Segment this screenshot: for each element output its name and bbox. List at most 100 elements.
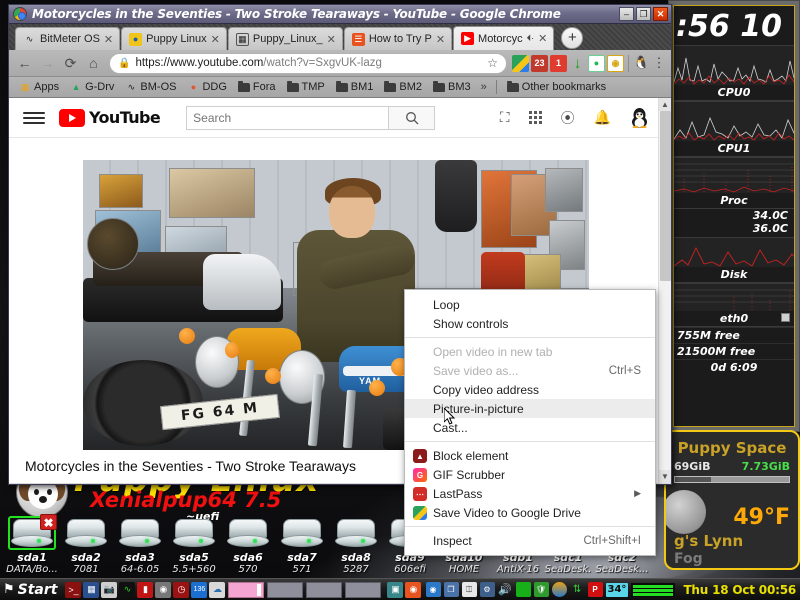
- network-icon[interactable]: ◉: [425, 582, 441, 597]
- menu-item-copy-video-address[interactable]: Copy video address: [405, 380, 655, 399]
- taskbar-clock[interactable]: Thu 18 Oct 00:56: [678, 583, 796, 597]
- menu-item-loop[interactable]: Loop: [405, 295, 655, 314]
- menu-item-picture-in-picture[interactable]: Picture-in-picture: [405, 399, 655, 418]
- minimize-button[interactable]: –: [619, 7, 634, 21]
- scroll-down-arrow[interactable]: ▼: [659, 470, 671, 483]
- network-meter[interactable]: [631, 582, 676, 597]
- bookmark-bm2[interactable]: BM2: [380, 80, 426, 93]
- task-button-chrome-icon[interactable]: ◉: [405, 581, 422, 598]
- green-box-icon[interactable]: [515, 582, 531, 597]
- tab-audio-icon[interactable]: ⏴·: [527, 33, 535, 44]
- bookmark-tmp[interactable]: TMP: [283, 80, 329, 93]
- monitor-icon[interactable]: ∿: [119, 581, 136, 598]
- lastpass-icon[interactable]: ◉: [607, 54, 624, 72]
- drive-icon-sda8[interactable]: sda8 5287: [328, 516, 384, 576]
- linux-penguin-icon[interactable]: 🐧: [633, 55, 650, 72]
- task-button-active[interactable]: [228, 581, 265, 598]
- create-video-icon[interactable]: ⛶: [500, 109, 510, 126]
- volume-icon[interactable]: 🔊: [498, 582, 513, 597]
- maximize-button[interactable]: ❐: [636, 7, 651, 21]
- apps-grid-icon[interactable]: [528, 111, 542, 124]
- chrome-menu-button[interactable]: ⋮: [652, 56, 666, 70]
- task-button-4[interactable]: [345, 581, 382, 598]
- disk-icon[interactable]: ⎅: [461, 582, 477, 597]
- forward-button[interactable]: →: [37, 53, 58, 74]
- close-button[interactable]: ✕: [653, 7, 668, 21]
- clock-icon[interactable]: ◷: [173, 581, 190, 598]
- tab-close-icon[interactable]: ✕: [436, 33, 445, 46]
- menu-item-save-video-to-google-drive[interactable]: Save Video to Google Drive: [405, 503, 655, 522]
- hamburger-menu-icon[interactable]: [23, 111, 45, 124]
- address-bar[interactable]: 🔒 https://www.youtube.com/watch?v=SxgvUK…: [109, 52, 507, 74]
- notifications-bell-icon[interactable]: 🔔: [594, 109, 611, 126]
- task-button-5-icon[interactable]: ▣: [387, 581, 404, 598]
- bookmarks-overflow-icon[interactable]: »: [478, 81, 490, 93]
- reload-button[interactable]: ⟳: [60, 53, 81, 74]
- hangouts-icon[interactable]: ●: [588, 54, 605, 72]
- search-input[interactable]: [186, 105, 390, 130]
- tab-close-icon[interactable]: ✕: [327, 33, 336, 46]
- tab-close-icon[interactable]: ✕: [104, 33, 113, 46]
- task-button-2[interactable]: [267, 581, 304, 598]
- tab-puppy-linux-wiki[interactable]: ▦ Puppy_Linux_ ✕: [227, 27, 343, 50]
- avatar-penguin-icon[interactable]: [630, 107, 649, 129]
- tab-puppy-linux[interactable]: ● Puppy Linux ✕: [121, 27, 227, 50]
- drive-icon-sda5[interactable]: sda5 5.5+560: [166, 516, 222, 576]
- bookmark-bm3[interactable]: BM3: [429, 80, 475, 93]
- menu-item-show-controls[interactable]: Show controls: [405, 314, 655, 333]
- page-scrollbar[interactable]: ▲ ▼: [658, 98, 671, 483]
- terminal-icon[interactable]: >_: [65, 581, 82, 598]
- start-button[interactable]: ⚑ Start: [0, 579, 63, 600]
- tab-bitmeter-os[interactable]: ∿ BitMeter OS ✕: [15, 27, 121, 50]
- new-tab-button[interactable]: +: [561, 27, 584, 49]
- tab-how-to-try[interactable]: ☰ How to Try P ✕: [343, 27, 453, 50]
- battery-icon[interactable]: ▮: [137, 581, 154, 598]
- bookmark-bm1[interactable]: BM1: [332, 80, 378, 93]
- drive-icon-sda7[interactable]: sda7 571: [274, 516, 330, 576]
- google-drive-icon[interactable]: [512, 54, 529, 72]
- tab-close-icon[interactable]: ✕: [538, 32, 547, 45]
- calendar-icon[interactable]: 23: [531, 54, 548, 72]
- screenshot-icon[interactable]: 📷: [101, 581, 118, 598]
- weather-icon[interactable]: ☁: [209, 581, 226, 598]
- tab-motorcycles-youtube[interactable]: ▶ Motorcyc ⏴· ✕: [453, 26, 555, 50]
- bookmark-apps[interactable]: ▦ Apps: [15, 81, 63, 93]
- ppm-icon[interactable]: ⚙: [479, 582, 495, 597]
- bookmark-other-bookmarks[interactable]: Other bookmarks: [503, 80, 610, 93]
- shield-icon[interactable]: 🛡: [533, 582, 549, 597]
- browser-icon[interactable]: ◉: [155, 581, 172, 598]
- search-button[interactable]: [389, 105, 436, 130]
- bookmark-star-icon[interactable]: ☆: [487, 56, 498, 70]
- scroll-thumb[interactable]: [660, 111, 671, 281]
- bitmeter-icon[interactable]: 1: [550, 54, 567, 72]
- bookmark-ddg[interactable]: ● DDG: [183, 81, 230, 93]
- messages-icon[interactable]: ⦿: [561, 108, 575, 128]
- menu-item-gif-scrubber[interactable]: G GIF Scrubber: [405, 465, 655, 484]
- scroll-up-arrow[interactable]: ▲: [659, 98, 671, 111]
- window-titlebar[interactable]: Motorcycles in the Seventies - Two Strok…: [9, 5, 671, 24]
- bookmark-fora[interactable]: Fora: [234, 80, 280, 93]
- arrows-icon[interactable]: ⇅: [570, 582, 585, 597]
- bookmark-g-drv[interactable]: ▲ G-Drv: [66, 81, 118, 93]
- back-button[interactable]: ←: [14, 53, 35, 74]
- bookmark-bm-os[interactable]: ∿ BM-OS: [121, 81, 180, 93]
- menu-item-inspect[interactable]: Inspect Ctrl+Shift+I: [405, 531, 655, 550]
- menu-item-block-element[interactable]: ▲ Block element: [405, 446, 655, 465]
- bitmeter-icon[interactable]: 136: [191, 581, 208, 598]
- drive-icon-sda6[interactable]: sda6 570: [220, 516, 276, 576]
- tab-close-icon[interactable]: ✕: [211, 33, 220, 46]
- task-button-3[interactable]: [306, 581, 343, 598]
- calculator-icon[interactable]: ▦: [83, 581, 100, 598]
- close-x-badge[interactable]: ✖: [40, 514, 57, 530]
- home-button[interactable]: ⌂: [83, 53, 104, 74]
- orb-icon[interactable]: [551, 582, 567, 597]
- copy-icon[interactable]: ❐: [443, 582, 459, 597]
- drive-icon-sda3[interactable]: sda3 64-6.05: [112, 516, 168, 576]
- drive-icon-sda2[interactable]: sda2 7081: [58, 516, 114, 576]
- drive-icon-sda1[interactable]: ✖ sda1 DATA/Bo...: [4, 514, 60, 576]
- pidgin-icon[interactable]: P: [587, 582, 603, 597]
- download-icon[interactable]: ↓: [569, 55, 586, 72]
- youtube-logo[interactable]: YouTube: [59, 108, 161, 127]
- menu-item-lastpass[interactable]: ⋯ LastPass ▶: [405, 484, 655, 503]
- menu-item-cast[interactable]: Cast...: [405, 418, 655, 437]
